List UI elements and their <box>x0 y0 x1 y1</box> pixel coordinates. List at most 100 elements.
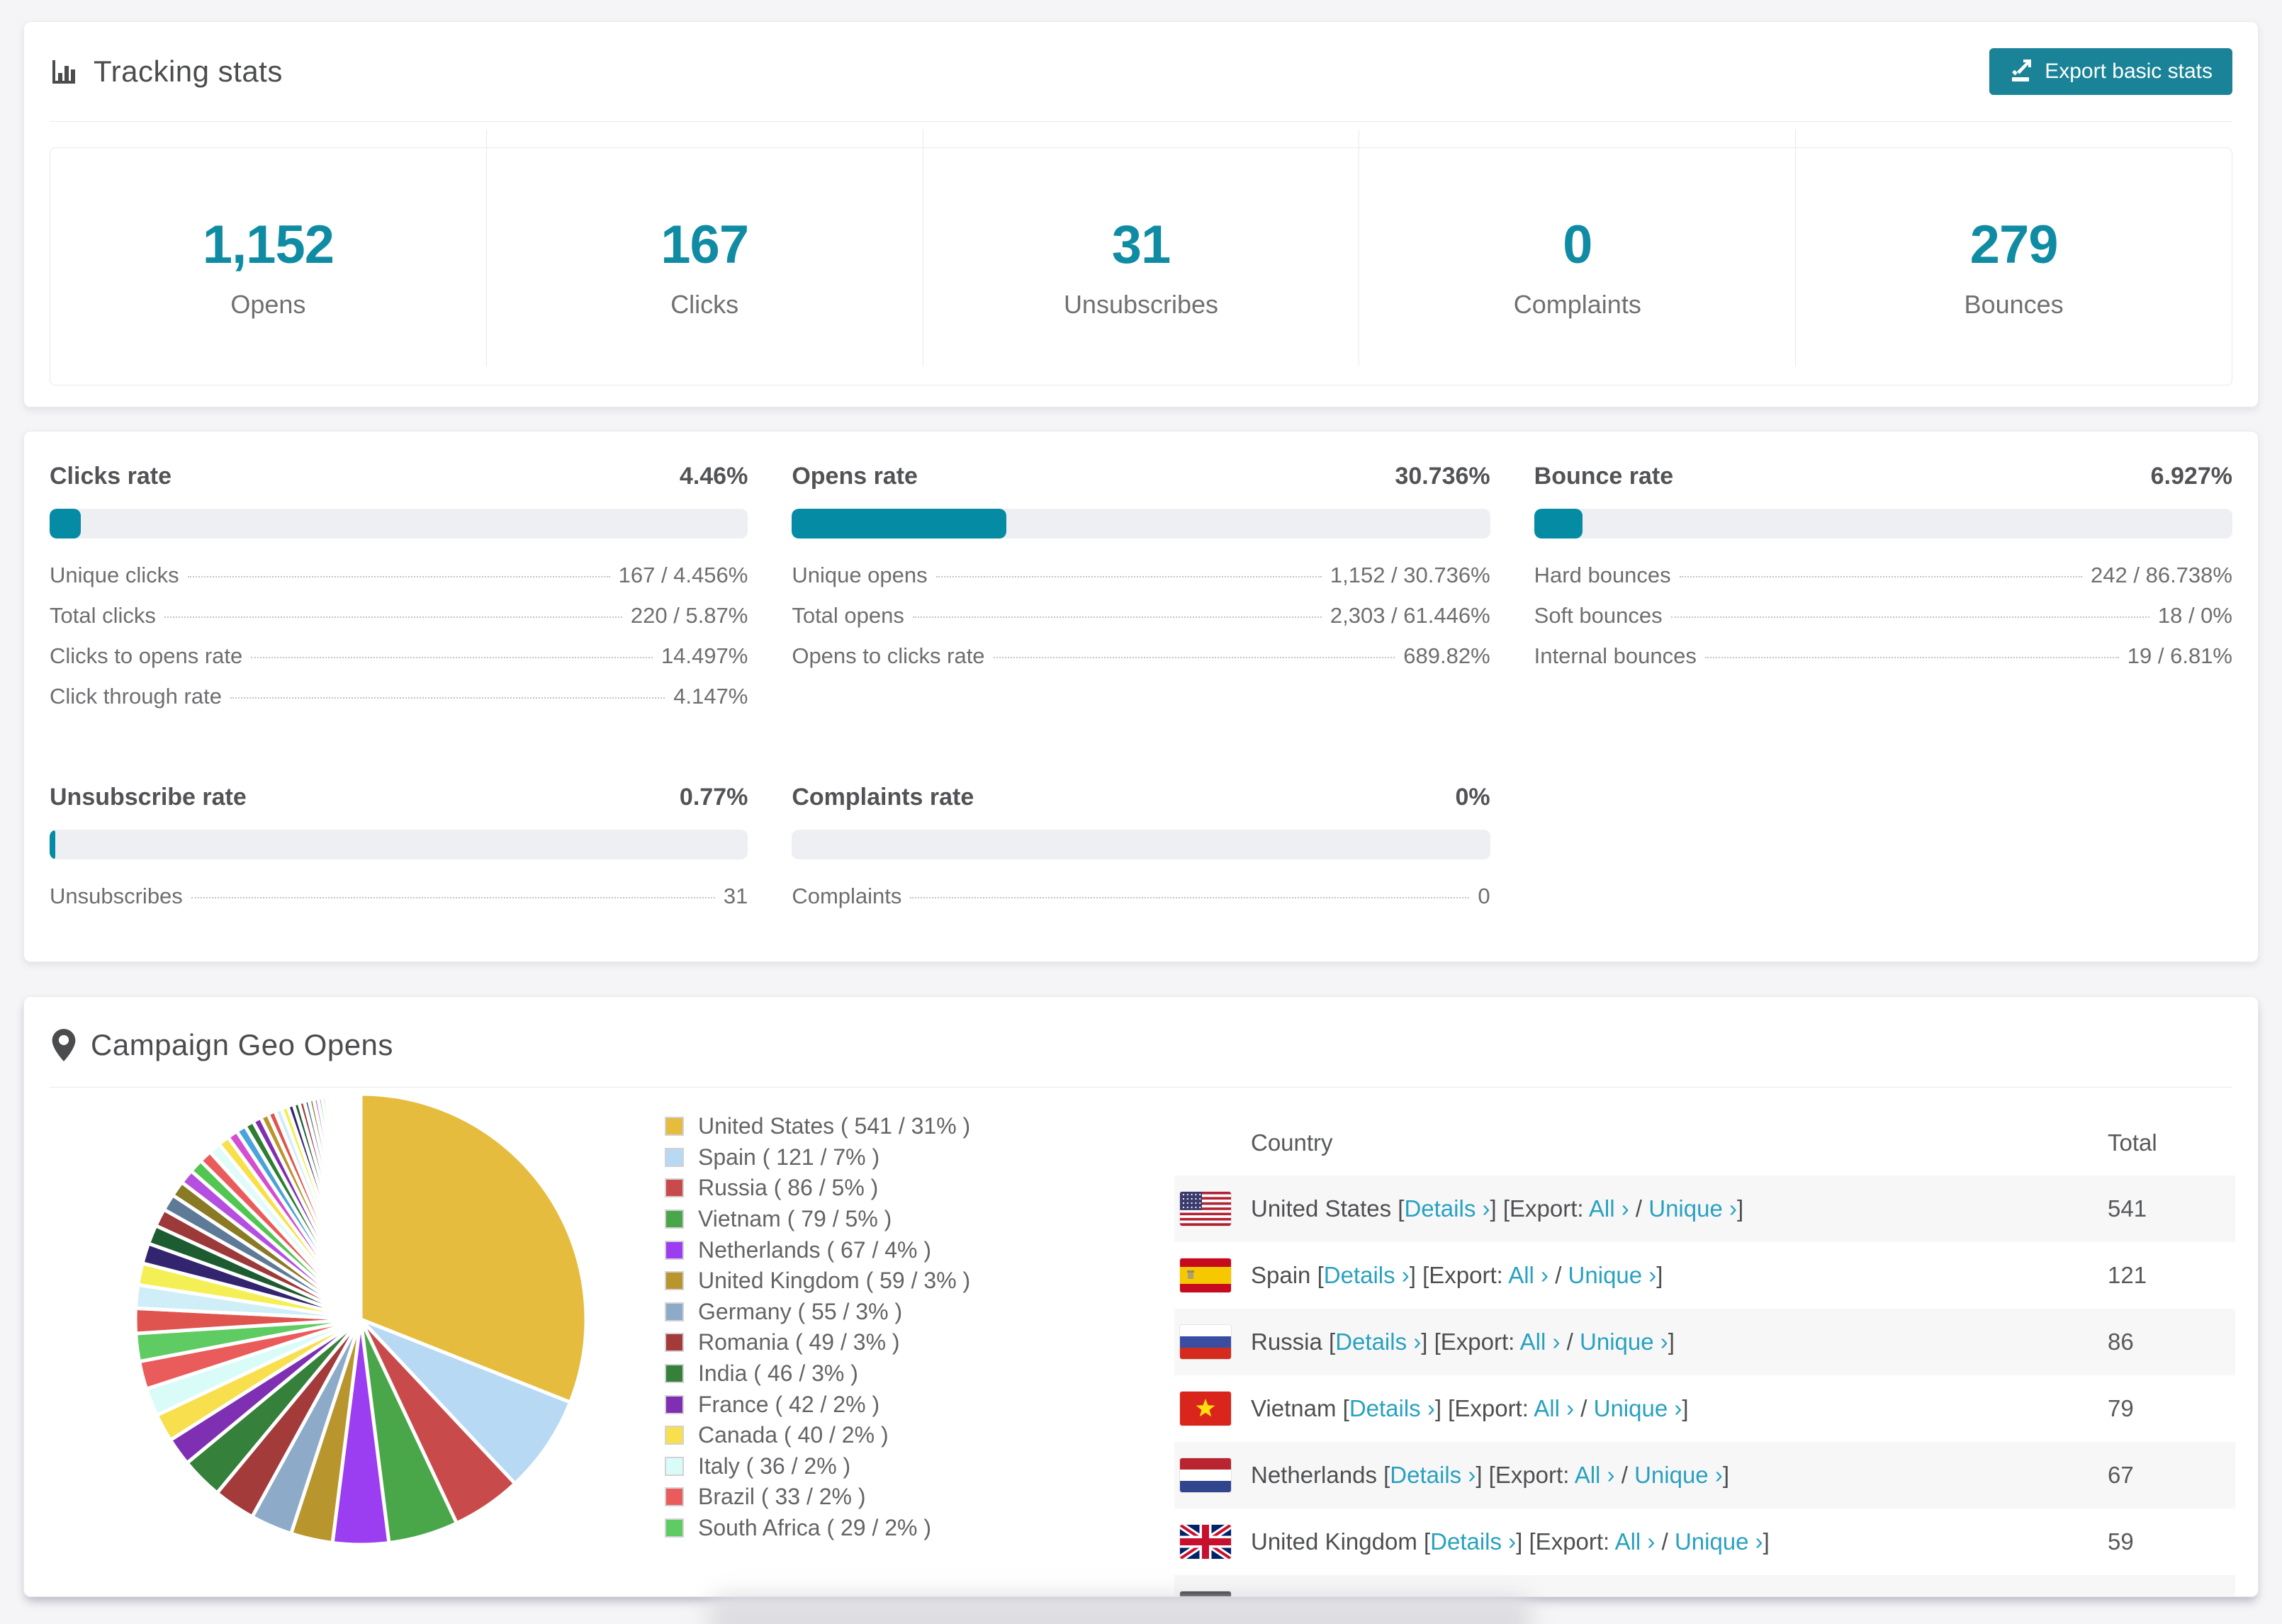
dotted-leader <box>912 616 1322 618</box>
rate-detail-row: Unique clicks 167 / 4.456% <box>50 563 748 603</box>
stat-value: 1,152 <box>202 214 335 275</box>
rate-detail-row: Soft bounces 18 / 0% <box>1534 603 2232 643</box>
rate-block-bounce-rate: Bounce rate 6.927% Hard bounces 242 / 86… <box>1534 463 2232 724</box>
legend-item-germany: Germany ( 55 / 3% ) <box>665 1297 970 1328</box>
export-unique-link[interactable]: Unique › <box>1568 1262 1657 1288</box>
details-link[interactable]: Details › <box>1430 1528 1516 1555</box>
legend-item-italy: Italy ( 36 / 2% ) <box>665 1451 970 1482</box>
flag-icon-es <box>1180 1258 1231 1292</box>
legend-item-india: India ( 46 / 3% ) <box>665 1358 970 1389</box>
geo-table-row-united-states: United States [Details ›] [Export: All ›… <box>1174 1175 2235 1242</box>
legend-label: Italy ( 36 / 2% ) <box>698 1453 851 1479</box>
rate-title: Complaints rate <box>792 784 974 811</box>
legend-item-canada: Canada ( 40 / 2% ) <box>665 1420 970 1451</box>
rate-detail-row: Clicks to opens rate 14.497% <box>50 643 748 684</box>
legend-item-russia: Russia ( 86 / 5% ) <box>665 1173 970 1204</box>
rate-detail-label: Soft bounces <box>1534 603 1663 628</box>
export-all-link[interactable]: All › <box>1575 1462 1615 1488</box>
rate-detail-value: 14.497% <box>661 643 748 668</box>
stat-value: 31 <box>1111 214 1171 275</box>
export-unique-link[interactable]: Unique › <box>1594 1395 1682 1421</box>
rates-card: Clicks rate 4.46% Unique clicks 167 / 4.… <box>23 431 2259 962</box>
rate-block-opens-rate: Opens rate 30.736% Unique opens 1,152 / … <box>792 463 1490 724</box>
legend-label: Spain ( 121 / 7% ) <box>698 1144 880 1170</box>
details-link[interactable]: Details › <box>1390 1462 1476 1488</box>
legend-swatch <box>665 1271 684 1291</box>
details-link[interactable]: Details › <box>1324 1262 1410 1288</box>
legend-item-south-africa: South Africa ( 29 / 2% ) <box>665 1513 970 1544</box>
legend-item-france: France ( 42 / 2% ) <box>665 1389 970 1420</box>
details-link[interactable]: Details › <box>1349 1395 1435 1421</box>
total-cell: 67 <box>2108 1462 2134 1488</box>
rate-percent: 0.77% <box>679 784 748 811</box>
rate-header: Opens rate 30.736% <box>792 463 1490 490</box>
rate-progress-track <box>1534 509 2232 538</box>
export-all-link[interactable]: All › <box>1615 1528 1656 1555</box>
geo-card-header: Campaign Geo Opens <box>50 1028 393 1062</box>
geo-table-row-united-kingdom: United Kingdom [Details ›] [Export: All … <box>1174 1509 2235 1575</box>
dotted-leader <box>164 616 622 618</box>
country-cell: United States [Details ›] [Export: All ›… <box>1251 1195 1744 1222</box>
legend-label: Netherlands ( 67 / 4% ) <box>698 1236 932 1263</box>
export-unique-link[interactable]: Unique › <box>1675 1528 1763 1555</box>
geo-table-header: Country Total <box>1174 1110 2235 1175</box>
rate-detail-label: Unsubscribes <box>50 884 183 908</box>
legend-swatch <box>665 1302 684 1321</box>
export-unique-link[interactable]: Unique › <box>1580 1329 1668 1355</box>
geo-table-row-partial <box>1174 1575 2235 1596</box>
export-unique-link[interactable]: Unique › <box>1648 1195 1737 1222</box>
rate-detail-row: Internal bounces 19 / 6.81% <box>1534 643 2232 684</box>
rate-percent: 30.736% <box>1395 463 1490 490</box>
summary-stat-clicks: 167 Clicks <box>487 130 923 366</box>
country-cell: Spain [Details ›] [Export: All › / Uniqu… <box>1251 1262 1663 1288</box>
legend-label: United Kingdom ( 59 / 3% ) <box>698 1268 971 1294</box>
rate-block-clicks-rate: Clicks rate 4.46% Unique clicks 167 / 4.… <box>50 463 748 724</box>
export-all-link[interactable]: All › <box>1534 1395 1574 1421</box>
legend-swatch <box>665 1117 684 1137</box>
rate-detail-label: Internal bounces <box>1534 643 1697 668</box>
rate-detail-label: Total opens <box>792 603 904 628</box>
rate-detail-value: 2,303 / 61.446% <box>1330 603 1490 628</box>
stat-value: 279 <box>1969 214 2059 275</box>
dotted-leader <box>993 657 1395 658</box>
legend-label: Russia ( 86 / 5% ) <box>698 1175 879 1201</box>
rate-detail-value: 220 / 5.87% <box>630 603 748 628</box>
pie-slice-other[interactable] <box>357 1092 363 1321</box>
geo-table-body: United States [Details ›] [Export: All ›… <box>1174 1175 2235 1596</box>
dotted-leader <box>230 697 665 699</box>
country-cell: United Kingdom [Details ›] [Export: All … <box>1251 1528 1770 1555</box>
rate-progress-fill <box>50 509 81 538</box>
export-all-link[interactable]: All › <box>1589 1195 1629 1222</box>
export-all-link[interactable]: All › <box>1520 1329 1561 1355</box>
total-cell: 86 <box>2108 1329 2134 1355</box>
export-basic-stats-button[interactable]: Export basic stats <box>1989 48 2232 95</box>
export-button-label: Export basic stats <box>2045 60 2213 83</box>
rate-progress-track <box>50 830 748 859</box>
total-cell: 121 <box>2108 1262 2147 1288</box>
total-cell: 59 <box>2108 1528 2134 1555</box>
rate-rows: Unique opens 1,152 / 30.736% Total opens… <box>792 563 1490 684</box>
geo-table-row-spain: Spain [Details ›] [Export: All › / Uniqu… <box>1174 1242 2235 1309</box>
rate-progress-track <box>792 830 1490 859</box>
rate-rows: Unsubscribes 31 <box>50 884 748 924</box>
rate-progress-fill <box>1534 509 1583 538</box>
summary-stat-complaints: 0 Complaints <box>1359 130 1797 366</box>
rate-progress-track <box>792 509 1490 538</box>
flag-icon-gb <box>1180 1525 1231 1559</box>
rate-detail-row: Total opens 2,303 / 61.446% <box>792 603 1490 643</box>
rate-detail-value: 1,152 / 30.736% <box>1330 563 1490 587</box>
details-link[interactable]: Details › <box>1335 1329 1421 1355</box>
export-all-link[interactable]: All › <box>1508 1262 1548 1288</box>
bar-chart-icon <box>52 60 75 84</box>
stat-label: Complaints <box>1513 289 1641 319</box>
rate-block-complaints-rate: Complaints rate 0% Complaints 0 <box>792 784 1490 924</box>
legend-item-united-kingdom: United Kingdom ( 59 / 3% ) <box>665 1265 970 1297</box>
details-link[interactable]: Details › <box>1404 1195 1490 1222</box>
rate-rows: Unique clicks 167 / 4.456% Total clicks … <box>50 563 748 724</box>
legend-item-romania: Romania ( 49 / 3% ) <box>665 1327 970 1358</box>
card-header-left: Tracking stats <box>50 55 283 89</box>
legend-label: Romania ( 49 / 3% ) <box>698 1329 900 1355</box>
export-unique-link[interactable]: Unique › <box>1634 1462 1723 1488</box>
map-pin-icon <box>52 1029 76 1061</box>
tracking-stats-card: Tracking stats Export basic stats 1,152 … <box>23 21 2259 407</box>
